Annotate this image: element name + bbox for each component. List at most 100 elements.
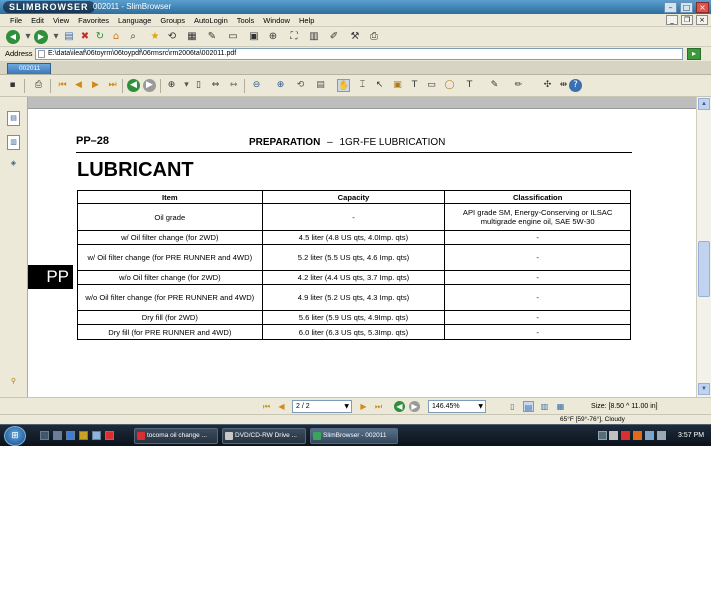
- task-dvd-drive[interactable]: DVD/CD-RW Drive ...: [222, 428, 306, 444]
- fullscreen-icon[interactable]: ⛶: [287, 30, 301, 44]
- task-slimbrowser[interactable]: SlimBrowser - 002011: [310, 428, 398, 444]
- back-icon[interactable]: ◀: [6, 30, 20, 44]
- refresh-icon[interactable]: ↻: [93, 30, 107, 44]
- note-icon[interactable]: ✎: [488, 79, 501, 92]
- scroll-down-icon[interactable]: ▼: [698, 383, 710, 395]
- menu-favorites[interactable]: Favorites: [78, 14, 109, 27]
- nav-first-page-icon[interactable]: ⏮: [261, 401, 272, 412]
- print-icon[interactable]: ⎙: [367, 30, 381, 44]
- menu-autologin[interactable]: AutoLogin: [194, 14, 228, 27]
- quicklaunch-desktop-icon[interactable]: [40, 431, 49, 440]
- vertical-scrollbar[interactable]: ▲ ▼: [696, 97, 711, 397]
- zoom-in-icon[interactable]: ⊕: [165, 79, 178, 92]
- close-button[interactable]: ×: [696, 1, 709, 13]
- forward-icon[interactable]: ▶: [34, 30, 48, 44]
- popup-icon[interactable]: ▣: [247, 30, 261, 44]
- task-firefox[interactable]: tocoma oil change ...: [134, 428, 218, 444]
- tools-icon[interactable]: ⚒: [348, 30, 362, 44]
- tray-volume-icon[interactable]: [657, 431, 666, 440]
- quicklaunch-window-icon[interactable]: [53, 431, 62, 440]
- menu-help[interactable]: Help: [299, 14, 314, 27]
- menu-tools[interactable]: Tools: [237, 14, 255, 27]
- arrows-icon[interactable]: ✣: [541, 79, 554, 92]
- rectangle-icon[interactable]: ▭: [425, 79, 438, 92]
- tray-language-icon[interactable]: [598, 431, 607, 440]
- menu-view[interactable]: View: [53, 14, 69, 27]
- save-icon[interactable]: ▪: [6, 79, 19, 92]
- menu-groups[interactable]: Groups: [160, 14, 185, 27]
- menu-edit[interactable]: Edit: [31, 14, 44, 27]
- forward-dropdown-icon[interactable]: ▾: [49, 30, 63, 44]
- autofill-icon[interactable]: ✎: [205, 30, 219, 44]
- scroll-thumb[interactable]: [698, 241, 710, 297]
- pdf-back-icon[interactable]: ◀: [127, 79, 140, 92]
- new-page-icon[interactable]: ▤: [62, 30, 76, 44]
- select-text-icon[interactable]: ⌶: [356, 79, 369, 92]
- quicklaunch-mail-icon[interactable]: [92, 431, 101, 440]
- prev-page-icon[interactable]: ◀: [72, 79, 85, 92]
- single-page-icon[interactable]: ▯: [507, 401, 518, 412]
- menu-window[interactable]: Window: [263, 14, 290, 27]
- zoom-in-alt-icon[interactable]: ⊕: [274, 79, 287, 92]
- snapshot-icon[interactable]: ▣: [391, 79, 404, 92]
- continuous-icon[interactable]: ▤: [314, 79, 327, 92]
- mdi-restore-icon[interactable]: ❐: [681, 15, 693, 25]
- nav-last-page-icon[interactable]: ⏭: [373, 401, 384, 412]
- edit-icon[interactable]: ✐: [327, 30, 341, 44]
- continuous-page-icon[interactable]: ▤: [523, 401, 534, 412]
- window-icon[interactable]: ▭: [226, 30, 240, 44]
- pdf-forward-icon[interactable]: ▶: [143, 79, 156, 92]
- menu-language[interactable]: Language: [118, 14, 151, 27]
- ellipse-icon[interactable]: ◯: [443, 79, 456, 92]
- quicklaunch-folder-icon[interactable]: [79, 431, 88, 440]
- layers-panel-icon[interactable]: ◈: [7, 157, 20, 172]
- maximize-button[interactable]: □: [680, 1, 693, 13]
- search-icon[interactable]: ⌕: [126, 30, 140, 44]
- fit-page-icon[interactable]: ▯: [192, 79, 205, 92]
- mdi-minimize-icon[interactable]: _: [666, 15, 678, 25]
- last-page-icon[interactable]: ⏭: [106, 79, 119, 92]
- back-dropdown-icon[interactable]: ▾: [21, 30, 35, 44]
- page-dropdown-icon[interactable]: ▼: [344, 401, 349, 412]
- hand-tool-icon[interactable]: ✋: [337, 79, 350, 92]
- pointer-icon[interactable]: ↖: [373, 79, 386, 92]
- tray-network-icon[interactable]: [645, 431, 654, 440]
- rotate-icon[interactable]: ⟲: [294, 79, 307, 92]
- tile-icon[interactable]: ▥: [307, 30, 321, 44]
- address-input[interactable]: E:\data\ileaf\06toyrm\06toypdf\06rmsrc\r…: [35, 48, 683, 60]
- tray-app-icon[interactable]: [633, 431, 642, 440]
- pages-panel-icon[interactable]: ▤: [7, 111, 20, 126]
- help-icon[interactable]: ?: [569, 79, 582, 92]
- favorites-star-icon[interactable]: ★: [148, 30, 162, 44]
- first-page-icon[interactable]: ⏮: [56, 79, 69, 92]
- quicklaunch-ie-icon[interactable]: [66, 431, 75, 440]
- minimize-button[interactable]: –: [664, 1, 677, 13]
- page-number-input[interactable]: 2 / 2 ▼: [292, 400, 352, 413]
- nav-next-page-icon[interactable]: ▶: [358, 401, 369, 412]
- start-button[interactable]: ⊞: [4, 426, 26, 446]
- fit-width-icon[interactable]: ⇔: [209, 79, 222, 92]
- taskbar-clock[interactable]: 3:57 PM: [678, 425, 704, 446]
- scroll-up-icon[interactable]: ▲: [698, 98, 710, 110]
- facing-page-icon[interactable]: ▥: [539, 401, 550, 412]
- tab-002011[interactable]: 002011: [7, 63, 51, 74]
- nav-forward-icon[interactable]: ▶: [409, 401, 420, 412]
- tray-antivirus-icon[interactable]: [621, 431, 630, 440]
- zoom-dropdown-caret-icon[interactable]: ▼: [478, 401, 483, 412]
- next-page-icon[interactable]: ▶: [89, 79, 102, 92]
- tray-display-icon[interactable]: [609, 431, 618, 440]
- attachments-icon[interactable]: ⚲: [7, 375, 20, 390]
- go-button[interactable]: ▸: [687, 48, 701, 60]
- continuous-facing-icon[interactable]: ▦: [555, 401, 566, 412]
- nav-back-icon[interactable]: ◀: [394, 401, 405, 412]
- textbox-icon[interactable]: T: [463, 79, 476, 92]
- actual-size-icon[interactable]: ⇿: [227, 79, 240, 92]
- zoom-icon[interactable]: ⊕: [266, 30, 280, 44]
- bookmarks-panel-icon[interactable]: ▥: [7, 135, 20, 150]
- stop-icon[interactable]: ✖: [78, 30, 92, 44]
- text-tool-icon[interactable]: T: [408, 79, 421, 92]
- history-icon[interactable]: ⟲: [165, 30, 179, 44]
- zoom-level-input[interactable]: 146.45% ▼: [428, 400, 486, 413]
- pdf-print-icon[interactable]: ⎙: [32, 79, 45, 92]
- zoom-out-icon[interactable]: ⊖: [250, 79, 263, 92]
